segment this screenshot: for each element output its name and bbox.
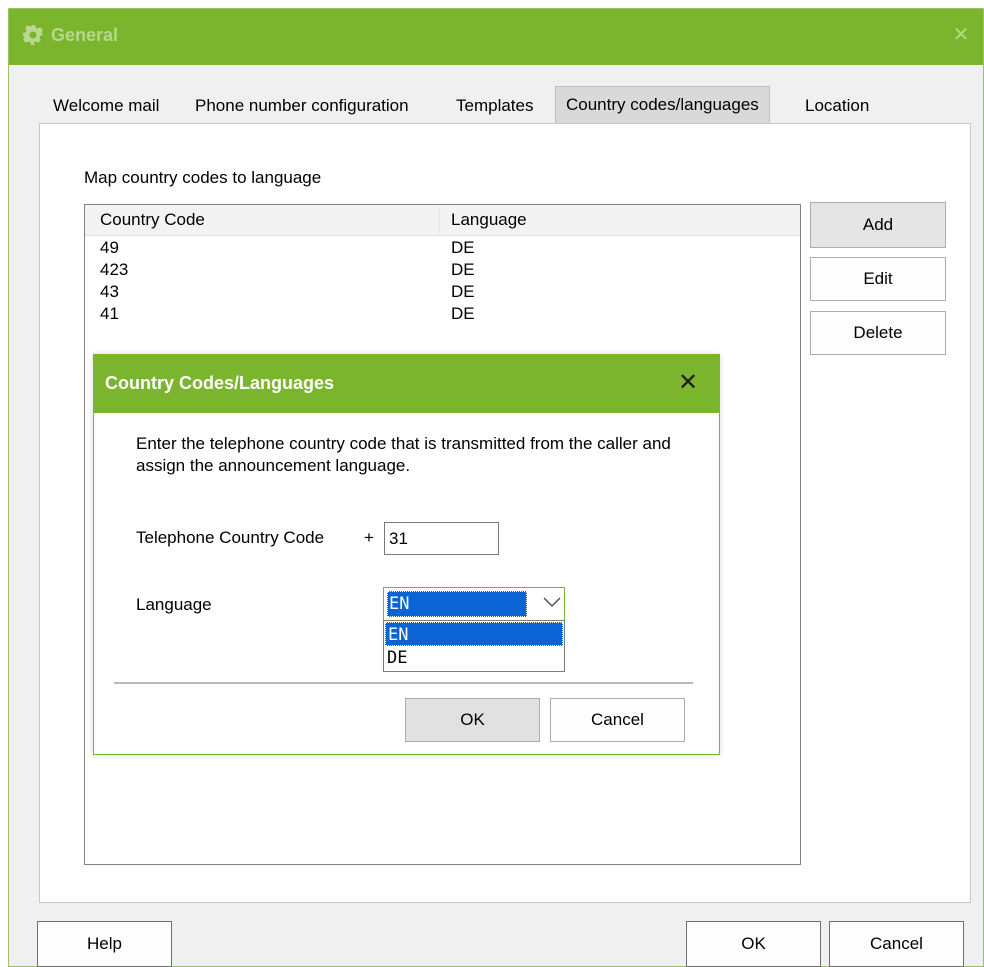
edit-button[interactable]: Edit <box>810 257 946 301</box>
tab-phone-number-configuration[interactable]: Phone number configuration <box>185 88 419 124</box>
language-option-en[interactable]: EN <box>385 622 563 646</box>
plus-sign: + <box>364 528 374 547</box>
dialog-title-bar: Country Codes/Languages ✕ <box>94 355 719 413</box>
window-title: General <box>51 25 119 45</box>
ok-button[interactable]: OK <box>686 921 821 967</box>
close-icon[interactable]: ✕ <box>675 369 701 397</box>
country-code-input[interactable] <box>384 522 499 555</box>
delete-button[interactable]: Delete <box>810 311 946 355</box>
general-window: General ✕ Welcome mail Phone number conf… <box>8 8 984 967</box>
language-dropdown-list: EN DE <box>383 620 565 672</box>
title-bar: General ✕ <box>9 9 983 65</box>
chevron-down-icon[interactable] <box>542 595 561 609</box>
column-divider[interactable] <box>439 207 440 233</box>
country-codes-languages-dialog: Country Codes/Languages ✕ Enter the tele… <box>93 354 720 755</box>
dialog-divider <box>114 682 693 684</box>
focus-rectangle <box>387 591 527 617</box>
dialog-description: Enter the telephone country code that is… <box>136 434 671 475</box>
list-item-language: DE <box>451 304 475 323</box>
country-code-label: Telephone Country Code <box>136 528 325 547</box>
column-header-country-code[interactable]: Country Code <box>100 205 205 235</box>
add-button[interactable]: Add <box>810 202 946 248</box>
gear-icon <box>21 23 45 47</box>
language-label: Language <box>136 595 212 614</box>
language-option-de[interactable]: DE <box>385 646 563 670</box>
list-item-code: 41 <box>100 304 119 323</box>
close-icon[interactable]: ✕ <box>949 23 973 47</box>
tab-templates[interactable]: Templates <box>446 88 543 124</box>
tab-country-codes-languages[interactable]: Country codes/languages <box>555 86 770 124</box>
cancel-button[interactable]: Cancel <box>829 921 964 967</box>
dialog-cancel-button[interactable]: Cancel <box>550 698 685 742</box>
language-select[interactable]: EN <box>383 587 565 621</box>
dialog-ok-button[interactable]: OK <box>405 698 540 742</box>
help-button[interactable]: Help <box>37 921 172 967</box>
tab-welcome-mail[interactable]: Welcome mail <box>43 88 169 124</box>
panel-label: Map country codes to language <box>84 168 322 187</box>
list-item[interactable]: 41 DE <box>85 301 800 326</box>
dialog-title: Country Codes/Languages <box>105 373 335 393</box>
list-header: Country Code Language <box>85 205 800 236</box>
column-header-language[interactable]: Language <box>451 205 527 235</box>
tab-location[interactable]: Location <box>795 88 879 124</box>
